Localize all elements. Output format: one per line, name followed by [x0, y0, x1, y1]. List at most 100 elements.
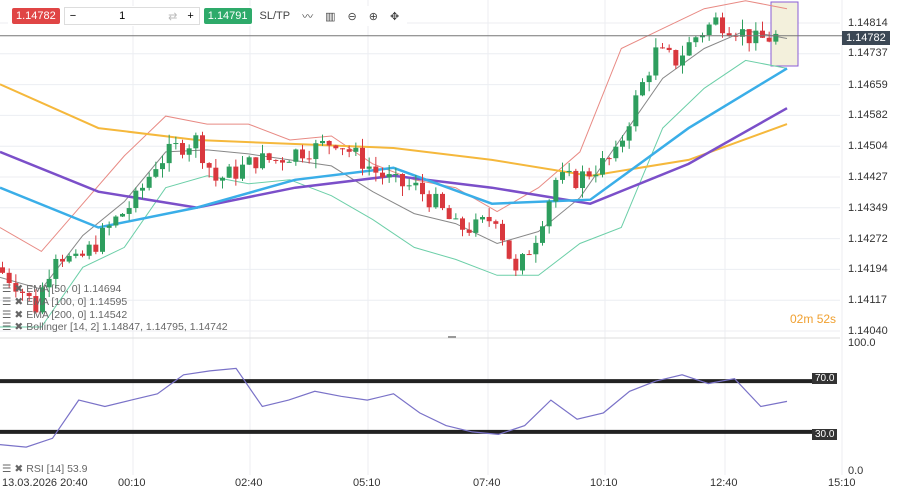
candle: [546, 201, 552, 227]
remove-icon[interactable]: ✖: [14, 296, 23, 308]
rsi-axis-label: 0.0: [848, 465, 864, 477]
line-chart-icon[interactable]: 〰: [298, 8, 317, 24]
candle: [66, 255, 72, 262]
legend-ema100[interactable]: ☰ ✖ EMA [100, 0] 1.14595: [2, 296, 127, 308]
candle: [120, 213, 125, 217]
menu-icon[interactable]: ☰: [2, 283, 11, 295]
candle: [346, 149, 352, 152]
candle: [533, 242, 539, 255]
candle: [246, 157, 252, 165]
candle: [440, 193, 445, 209]
rsi-level-30: 30.0: [812, 429, 838, 440]
price-axis-label: 1.14194: [848, 263, 888, 276]
candle: [500, 223, 505, 241]
candle: [266, 153, 272, 161]
candle: [133, 190, 139, 209]
quantity-stepper[interactable]: − 1 ⇄ +: [63, 7, 200, 25]
candle: [86, 244, 92, 256]
price-axis-label: 1.14659: [848, 78, 888, 91]
candle: [180, 143, 185, 155]
bollinger-upper: [0, 0, 788, 253]
remove-icon[interactable]: ✖: [14, 321, 23, 333]
candle: [486, 216, 492, 222]
price-chart[interactable]: [0, 0, 898, 493]
candle: [520, 254, 525, 271]
candle: [306, 158, 312, 160]
zoom-in-icon[interactable]: ⊕: [365, 10, 382, 23]
candle: [186, 148, 192, 155]
candle: [506, 240, 512, 259]
candle: [146, 176, 152, 188]
price-axis-label: 1.14272: [848, 232, 888, 245]
candle: [666, 47, 672, 51]
menu-icon[interactable]: ☰: [2, 463, 11, 475]
remove-icon[interactable]: ✖: [14, 463, 23, 475]
candle: [366, 166, 372, 169]
candle: [593, 174, 599, 177]
candle: [53, 258, 59, 279]
candle: [373, 166, 379, 173]
remove-icon[interactable]: ✖: [14, 283, 23, 295]
candle: [553, 179, 559, 202]
candle: [386, 174, 392, 178]
legend-bollinger[interactable]: ☰ ✖ Bollinger [14, 2] 1.14847, 1.14795, 1.…: [2, 321, 228, 333]
candle: [426, 194, 432, 208]
candle: [380, 172, 385, 178]
candle: [646, 75, 652, 83]
quantity-input[interactable]: 1: [81, 10, 163, 22]
candle: [60, 258, 65, 262]
candle: [126, 208, 132, 214]
decrease-button[interactable]: −: [65, 10, 81, 22]
move-icon[interactable]: ✥: [386, 10, 403, 23]
candle: [433, 193, 439, 208]
candle: [286, 161, 292, 163]
swap-icon[interactable]: ⇄: [163, 10, 182, 23]
candle: [600, 158, 605, 175]
candle: [220, 177, 225, 181]
candle: [586, 171, 592, 177]
candle: [540, 226, 545, 243]
price-axis-label: 1.14504: [848, 140, 888, 153]
time-label: 02:40: [235, 477, 263, 489]
candle: [226, 166, 232, 178]
candle: [606, 158, 612, 160]
time-label: 10:10: [590, 477, 618, 489]
sell-button[interactable]: 1.14782: [12, 8, 60, 24]
candle: [640, 82, 645, 96]
candle: [526, 254, 532, 256]
menu-icon[interactable]: ☰: [2, 309, 11, 321]
candle: [580, 171, 585, 189]
price-axis-label: 1.14349: [848, 201, 888, 214]
increase-button[interactable]: +: [182, 10, 198, 22]
candle: [160, 163, 165, 170]
legend-rsi[interactable]: ☰ ✖ RSI [14] 53.9: [2, 463, 88, 475]
remove-icon[interactable]: ✖: [14, 309, 23, 321]
candle: [573, 170, 579, 189]
candle: [473, 219, 479, 233]
candle: [326, 140, 332, 146]
zoom-out-icon[interactable]: ⊖: [344, 10, 361, 23]
time-label: 05:10: [353, 477, 381, 489]
time-label: 15:10: [828, 477, 856, 489]
candle: [680, 55, 685, 66]
candle: [633, 95, 639, 127]
candle: [660, 47, 665, 49]
legend-ema50[interactable]: ☰ ✖ EMA [50, 0] 1.14694: [2, 283, 121, 295]
candle: [566, 170, 572, 173]
sltp-button[interactable]: SL/TP: [256, 10, 295, 22]
menu-icon[interactable]: ☰: [2, 321, 11, 333]
candle: [653, 47, 659, 76]
candle: [293, 149, 299, 162]
candle: [560, 172, 565, 180]
menu-icon[interactable]: ☰: [2, 296, 11, 308]
candles-icon[interactable]: ▥: [321, 10, 339, 23]
candle: [620, 140, 625, 147]
legend-ema200[interactable]: ☰ ✖ EMA [200, 0] 1.14542: [2, 309, 127, 321]
candle: [760, 30, 765, 38]
price-axis-label: 1.14040: [848, 325, 888, 337]
buy-button[interactable]: 1.14791: [203, 8, 252, 24]
candle: [206, 163, 212, 168]
candle: [773, 33, 779, 42]
candle: [106, 225, 112, 228]
price-axis-label: 1.14427: [848, 171, 888, 183]
